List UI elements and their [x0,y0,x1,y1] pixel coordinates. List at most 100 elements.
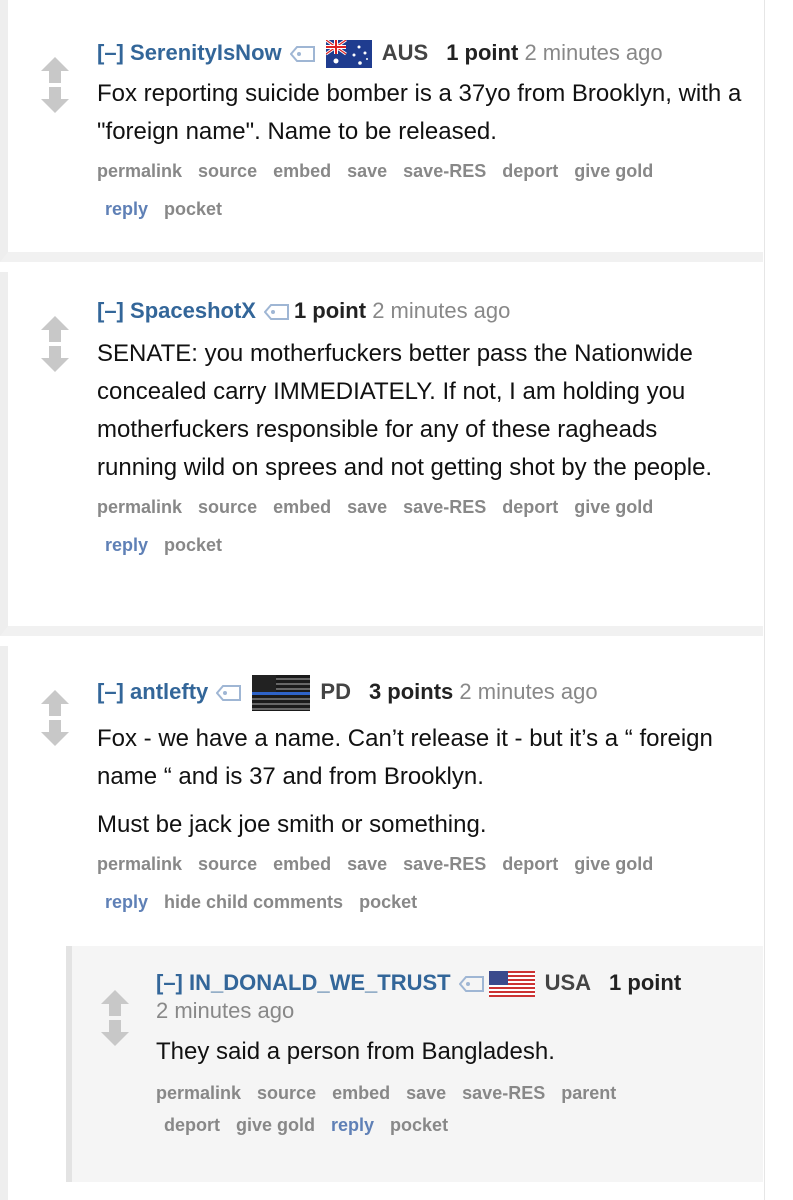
score: 1 point [609,970,682,995]
embed-button[interactable]: embed [273,488,331,526]
save-res-button[interactable]: save-RES [403,845,486,883]
hide-child-comments-button[interactable]: hide child comments [164,883,343,921]
upvote-arrow-icon[interactable] [100,988,130,1018]
source-button[interactable]: source [198,845,257,883]
pocket-button[interactable]: pocket [164,526,222,564]
source-button[interactable]: source [257,1077,316,1109]
give-gold-button[interactable]: give gold [574,488,653,526]
source-button[interactable]: source [198,488,257,526]
score: 1 point [446,40,519,65]
tagline: [–] SpaceshotX 1 point 2 minutes ago [97,296,743,326]
embed-button[interactable]: embed [273,152,331,190]
comment-body: Fox - we have a name. Can’t release it -… [97,720,743,844]
comment-serenityisnow: [–] SerenityIsNow AUS 1 point 2 minutes a… [0,0,763,262]
deport-button[interactable]: deport [502,488,558,526]
reply-button[interactable]: reply [331,1109,374,1141]
embed-button[interactable]: embed [273,845,331,883]
comment-body: They said a person from Bangladesh. [156,1033,753,1071]
buttons-row-2: reply pocket [97,190,743,228]
user-tag-icon[interactable] [263,304,290,321]
save-button[interactable]: save [347,152,387,190]
permalink-button[interactable]: permalink [97,488,182,526]
user-flair: USA [544,970,592,995]
author-link[interactable]: antlefty [130,679,208,704]
give-gold-button[interactable]: give gold [236,1109,315,1141]
deport-button[interactable]: deport [164,1109,220,1141]
comment-buttons: permalink source embed save save-RES deport gi… [97,152,743,228]
buttons-row-1: permalink source embed save save-RES deport gi… [97,488,743,526]
author-link[interactable]: SerenityIsNow [130,40,282,65]
pocket-button[interactable]: pocket [390,1109,448,1141]
upvote-arrow-icon[interactable] [40,314,70,344]
downvote-arrow-icon[interactable] [40,344,70,374]
author-link[interactable]: SpaceshotX [130,298,256,323]
comment-buttons: permalink source embed save save-RES parent d… [156,1077,753,1141]
user-tag-icon[interactable] [289,46,316,63]
score: 3 points [368,678,454,704]
embed-button[interactable]: embed [332,1077,390,1109]
tagline: [–] SerenityIsNow AUS 1 point 2 minutes a… [97,38,743,69]
buttons-row-1: permalink source embed save save-RES parent [156,1077,753,1109]
timestamp: 2 minutes ago [372,298,511,323]
vote-buttons [40,688,70,748]
collapse-toggle[interactable]: [–] [97,40,124,65]
score: 1 point [293,298,367,323]
downvote-arrow-icon[interactable] [40,718,70,748]
comment-text: SENATE: you motherfuckers better pass th… [97,340,713,481]
collapse-toggle[interactable]: [–] [97,298,124,323]
collapse-toggle[interactable]: [–] [97,679,124,704]
save-button[interactable]: save [347,488,387,526]
collapse-toggle[interactable]: [–] [156,970,183,995]
permalink-button[interactable]: permalink [97,152,182,190]
author-link[interactable]: IN_DONALD_WE_TRUST [189,970,451,995]
permalink-button[interactable]: permalink [156,1077,241,1109]
comment-buttons: permalink source embed save save-RES deport gi… [97,488,743,564]
usa-flag-icon [488,971,535,998]
upvote-arrow-icon[interactable] [40,55,70,85]
buttons-row-2: reply pocket [97,526,743,564]
page-right-border [764,0,765,1200]
reply-button[interactable]: reply [105,883,148,921]
comment-body: SENATE: you motherfuckers better pass th… [97,335,743,487]
upvote-arrow-icon[interactable] [40,688,70,718]
vote-buttons [40,314,70,374]
buttons-row-1: permalink source embed save save-RES deport gi… [97,845,743,883]
permalink-button[interactable]: permalink [97,845,182,883]
australia-flag-icon [325,40,372,69]
source-button[interactable]: source [198,152,257,190]
user-tag-icon[interactable] [216,685,242,701]
thin-blue-line-flag-icon [252,675,311,711]
comment-body: Fox reporting suicide bomber is a 37yo f… [97,75,743,151]
parent-button[interactable]: parent [561,1077,616,1109]
save-res-button[interactable]: save-RES [462,1077,545,1109]
pocket-button[interactable]: pocket [164,190,222,228]
save-button[interactable]: save [406,1077,446,1109]
user-tag-icon[interactable] [458,976,485,993]
save-res-button[interactable]: save-RES [403,488,486,526]
comment-entry: [–] IN_DONALD_WE_TRUST USA 1 point 2 minut… [156,969,753,1141]
save-res-button[interactable]: save-RES [403,152,486,190]
give-gold-button[interactable]: give gold [574,845,653,883]
buttons-row-2: reply hide child comments pocket [97,883,743,921]
comment-text: Fox reporting suicide bomber is a 37yo f… [97,80,742,146]
downvote-arrow-icon[interactable] [40,85,70,115]
comment-entry: [–] SerenityIsNow AUS 1 point 2 minutes a… [97,38,743,228]
tagline: [–] antlefty PD 3 points 2 minutes ago [97,675,743,711]
pocket-button[interactable]: pocket [359,883,417,921]
give-gold-button[interactable]: give gold [574,152,653,190]
reply-button[interactable]: reply [105,190,148,228]
child-comment-in-donald-we-trust: [–] IN_DONALD_WE_TRUST USA 1 point 2 minut… [66,946,763,1182]
comment-antlefty: [–] antlefty PD 3 points 2 minutes ago Fo… [0,646,763,1200]
comment-buttons: permalink source embed save save-RES deport gi… [97,845,743,921]
buttons-row-2: deport give gold reply pocket [156,1109,753,1141]
reply-button[interactable]: reply [105,526,148,564]
comment-entry: [–] SpaceshotX 1 point 2 minutes ago SENA… [97,296,743,564]
deport-button[interactable]: deport [502,845,558,883]
vote-buttons [40,55,70,115]
save-button[interactable]: save [347,845,387,883]
downvote-arrow-icon[interactable] [100,1018,130,1048]
user-flair: AUS [381,40,429,65]
comment-entry: [–] antlefty PD 3 points 2 minutes ago Fo… [97,675,743,921]
timestamp: 2 minutes ago [524,40,663,65]
deport-button[interactable]: deport [502,152,558,190]
